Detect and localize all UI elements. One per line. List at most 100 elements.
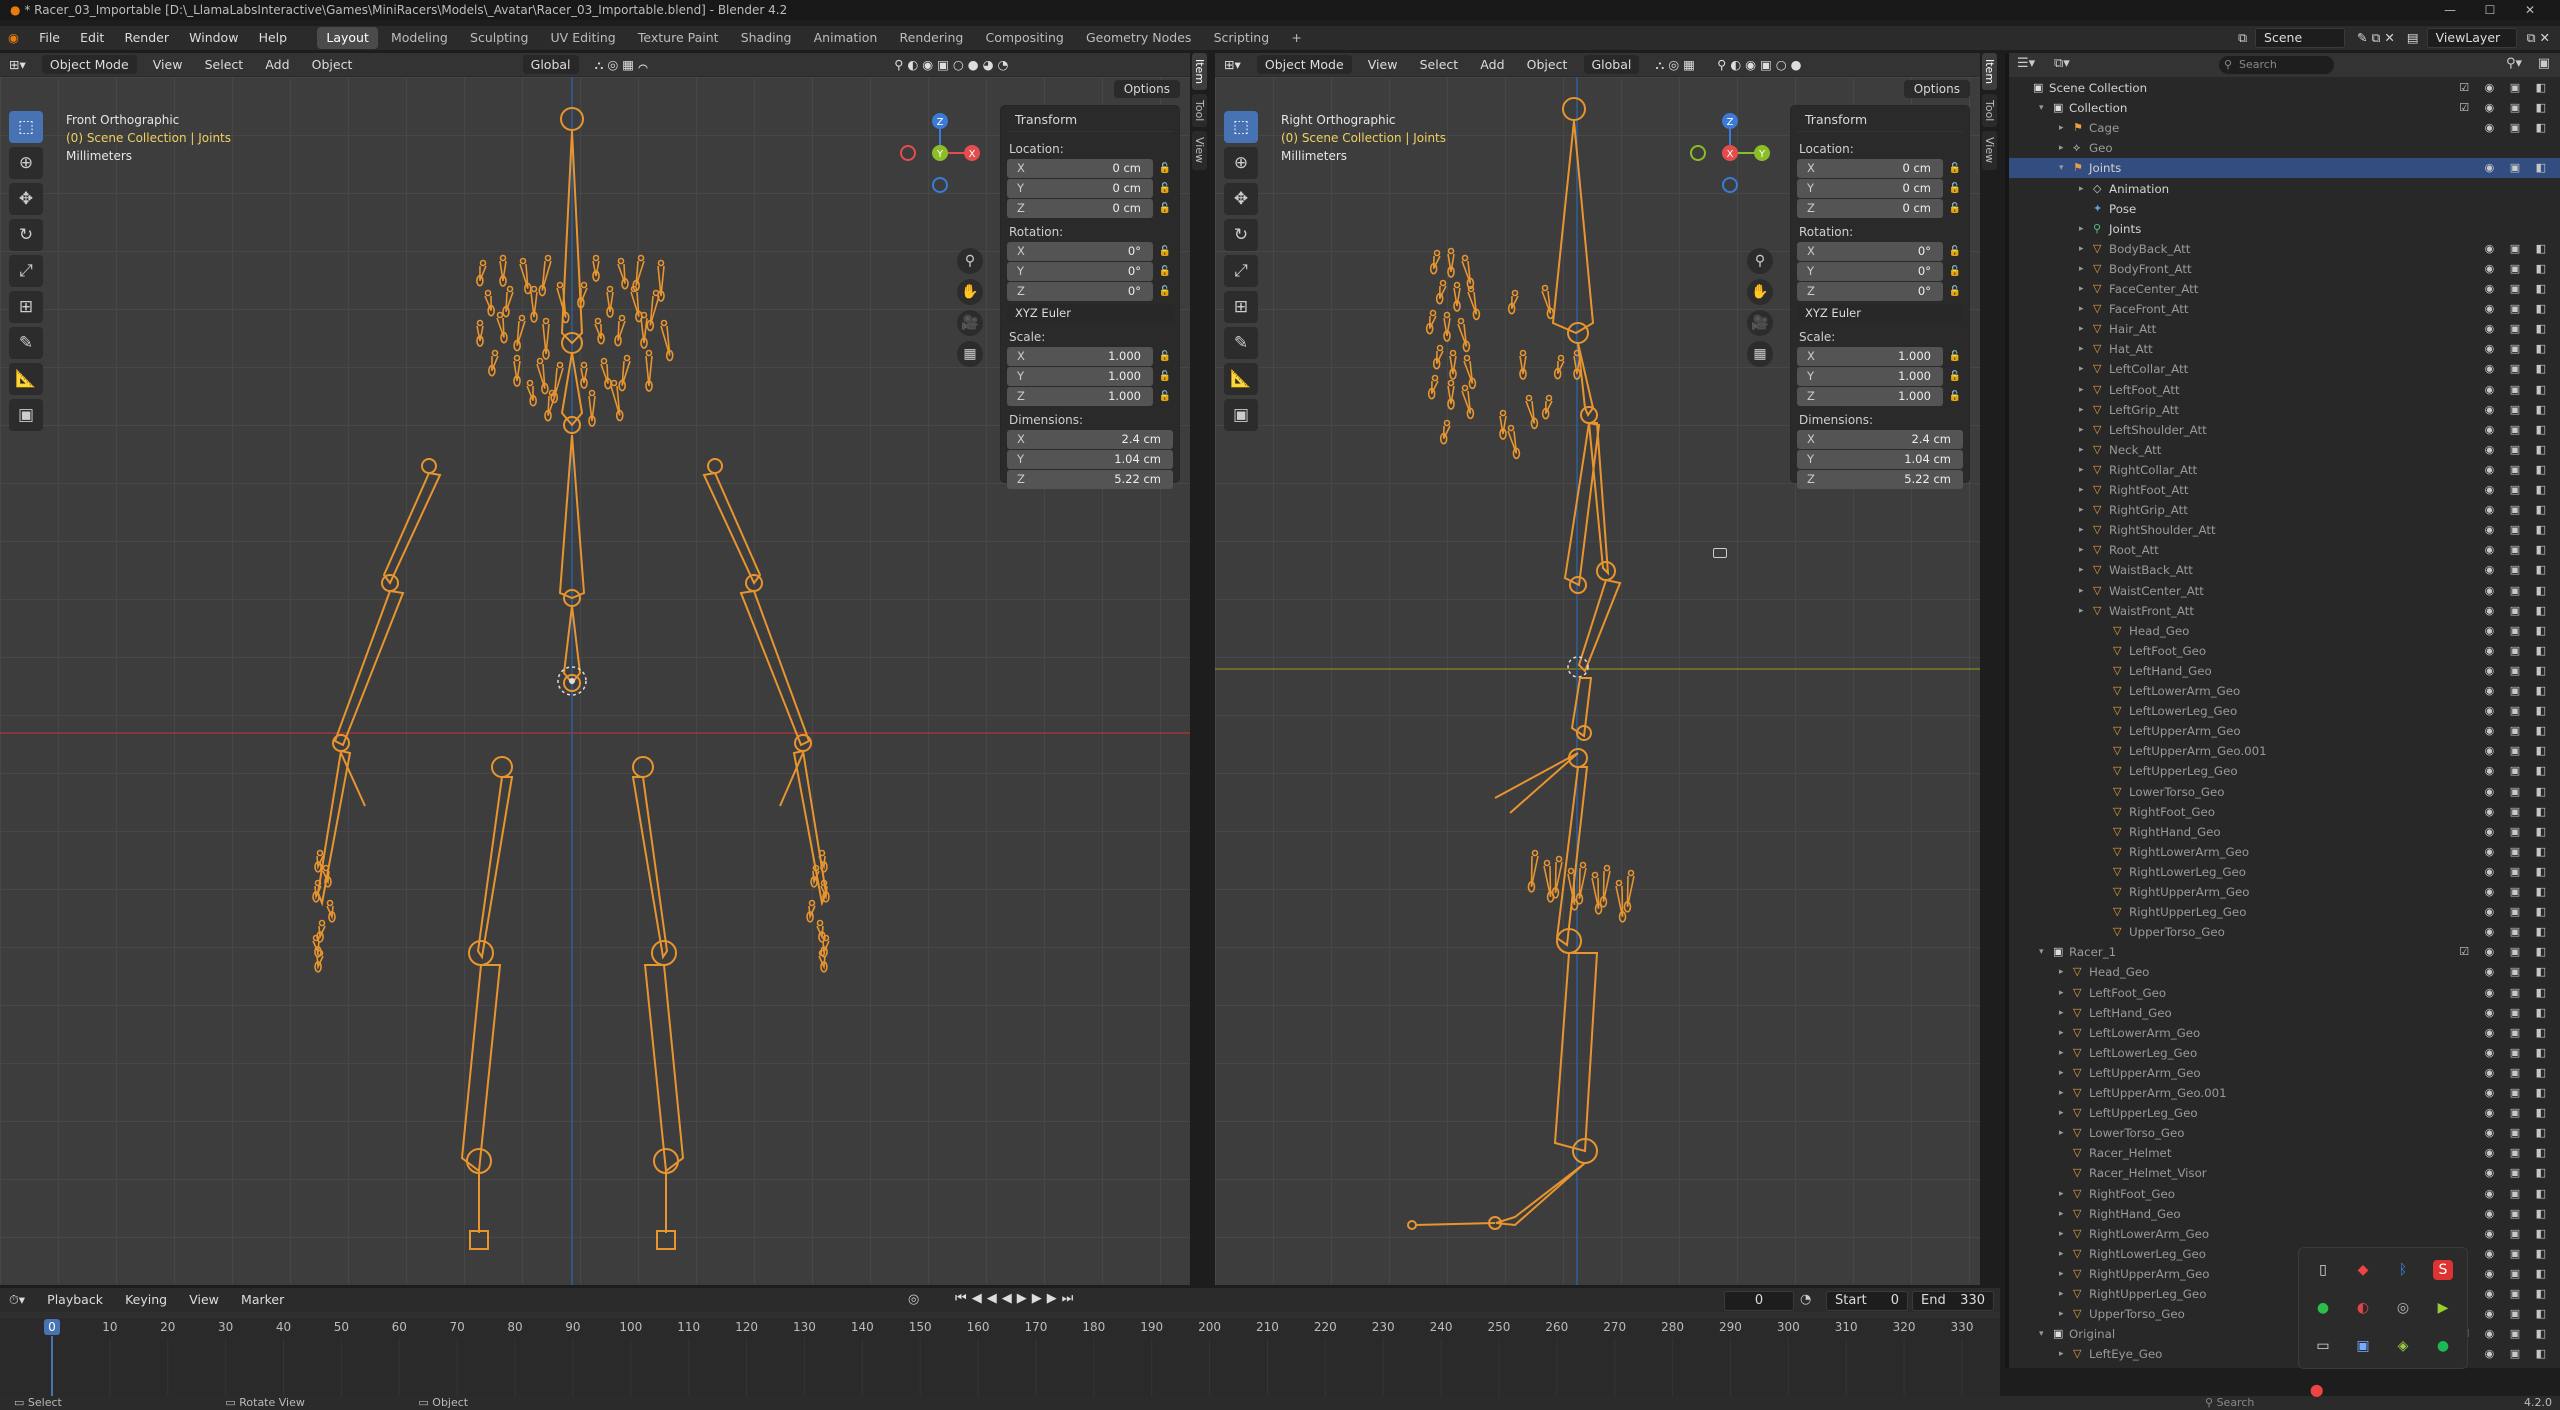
visibility-toggle-icons[interactable]: ◉ ▣ ◧: [2485, 681, 2552, 701]
rotation-y-field[interactable]: Y 0° 🔓: [1797, 262, 1961, 281]
visibility-toggle-icons[interactable]: ◉ ▣ ◧: [2485, 1003, 2552, 1023]
expand-arrow-icon[interactable]: ▸: [2059, 1224, 2064, 1244]
expand-arrow-icon[interactable]: ▸: [2059, 118, 2064, 138]
tab-sculpting[interactable]: Sculpting: [461, 27, 537, 49]
tab-item[interactable]: Item: [1192, 53, 1207, 91]
visibility-toggle-icons[interactable]: ◉ ▣ ◧: [2485, 279, 2552, 299]
visibility-toggle-icons[interactable]: ◉ ▣ ◧: [2485, 299, 2552, 319]
visibility-toggle-icons[interactable]: ◉ ▣ ◧: [2485, 560, 2552, 580]
expand-arrow-icon[interactable]: ▸: [2079, 259, 2084, 279]
location-z-field[interactable]: Z0 cm 🔓: [1797, 199, 1961, 218]
visibility-toggle-icons[interactable]: ◉ ▣ ◧: [2485, 661, 2552, 681]
visibility-toggle-icons[interactable]: ◉ ▣ ◧: [2485, 601, 2552, 621]
outliner-row[interactable]: ▸ ▽ FaceCenter_Att ◉ ▣ ◧: [2009, 279, 2560, 299]
cursor-tool[interactable]: ⊕: [1224, 147, 1258, 179]
expand-arrow-icon[interactable]: ▸: [2059, 1023, 2064, 1043]
outliner-row[interactable]: ▸ ▽ WaistFront_Att ◉ ▣ ◧: [2009, 601, 2560, 621]
tab-scripting[interactable]: Scripting: [1205, 27, 1279, 49]
scale-tool[interactable]: ⤢: [1224, 255, 1258, 287]
app-icon[interactable]: ◆: [2353, 1260, 2373, 1280]
tab-tool[interactable]: Tool: [1982, 94, 1997, 128]
dimensions-x-field[interactable]: X 2.4 cm: [1797, 430, 1963, 449]
zoom-icon[interactable]: ⚲: [1747, 248, 1773, 274]
outliner-row[interactable]: ▽ RightFoot_Geo ◉ ▣ ◧: [2009, 802, 2560, 822]
expand-arrow-icon[interactable]: ▸: [2079, 500, 2084, 520]
viewport-right[interactable]: ⊞▾ Object Mode View Select Add Object Gl…: [1215, 53, 1980, 1285]
shading-icons[interactable]: ⚲ ◐ ◉ ▣ ○ ● ◕ ◔: [885, 53, 1017, 77]
add-cube-tool[interactable]: ▣: [1224, 399, 1258, 431]
expand-arrow-icon[interactable]: ▾: [2039, 1324, 2044, 1344]
dimensions-x-field[interactable]: X 2.4 cm: [1007, 430, 1173, 449]
outliner-row[interactable]: ▽ RightLowerLeg_Geo ◉ ▣ ◧: [2009, 862, 2560, 882]
select-box-tool[interactable]: ⬚: [1224, 111, 1258, 143]
outliner-row[interactable]: ▸ ▽ Hair_Att ◉ ▣ ◧: [2009, 319, 2560, 339]
editor-type-icon[interactable]: ⊞▾: [1215, 53, 1250, 77]
pan-hand-icon[interactable]: ✋: [1747, 279, 1773, 305]
maximize-button[interactable]: ☐: [2470, 0, 2510, 20]
start-frame-field[interactable]: Start 0: [1826, 1291, 1908, 1311]
viewport-front[interactable]: ⊞▾ Object Mode View Select Add Object Gl…: [0, 53, 1190, 1285]
dimensions-z-field[interactable]: Z 5.22 cm: [1007, 470, 1173, 489]
outliner-row[interactable]: ▸ ▽ RightCollar_Att ◉ ▣ ◧: [2009, 460, 2560, 480]
expand-arrow-icon[interactable]: ▸: [2059, 1264, 2064, 1284]
outliner-row[interactable]: ▽ LeftHand_Geo ◉ ▣ ◧: [2009, 661, 2560, 681]
expand-arrow-icon[interactable]: ▸: [2059, 1043, 2064, 1063]
outliner-row[interactable]: ▸ ▽ LeftFoot_Att ◉ ▣ ◧: [2009, 380, 2560, 400]
editor-type-icon[interactable]: ⊞▾: [0, 53, 35, 77]
menu-window[interactable]: Window: [181, 26, 246, 50]
add-menu[interactable]: Add: [1471, 53, 1513, 77]
expand-arrow-icon[interactable]: ▾: [2039, 942, 2044, 962]
play-icon[interactable]: ▶: [2433, 1298, 2453, 1318]
select-menu[interactable]: Select: [1411, 53, 1468, 77]
camera-icon[interactable]: 🎥: [957, 310, 983, 336]
shading-icons[interactable]: ⚲ ◐ ◉ ▣ ○ ●: [1708, 53, 1810, 77]
visibility-toggle-icons[interactable]: ◉ ▣ ◧: [2485, 983, 2552, 1003]
visibility-toggle-icons[interactable]: ☑ ◉ ▣ ◧: [2459, 78, 2552, 98]
viewlayer-buttons[interactable]: ⧉ ✕: [2527, 30, 2550, 45]
tab-modeling[interactable]: Modeling: [382, 27, 457, 49]
mode-dropdown[interactable]: Object Mode: [1256, 55, 1352, 74]
outliner-row[interactable]: ▸ ▽ RightFoot_Geo ◉ ▣ ◧: [2009, 1184, 2560, 1204]
outliner-row[interactable]: ▽ RightUpperLeg_Geo ◉ ▣ ◧: [2009, 902, 2560, 922]
expand-arrow-icon[interactable]: ▸: [2059, 1123, 2064, 1143]
expand-arrow-icon[interactable]: ▸: [2079, 380, 2084, 400]
timeline-editor-icon[interactable]: ⏱▾: [0, 1288, 34, 1312]
expand-arrow-icon[interactable]: ▸: [2059, 1063, 2064, 1083]
spotify-green-icon[interactable]: ●: [2313, 1298, 2333, 1318]
visibility-toggle-icons[interactable]: ◉ ▣ ◧: [2485, 480, 2552, 500]
expand-arrow-icon[interactable]: ▾: [2059, 158, 2064, 178]
camera-icon[interactable]: 🎥: [1747, 310, 1773, 336]
outliner-row[interactable]: ▸ ▽ LeftCollar_Att ◉ ▣ ◧: [2009, 359, 2560, 379]
visibility-toggle-icons[interactable]: ◉ ▣ ◧: [2485, 1184, 2552, 1204]
close-button[interactable]: ✕: [2510, 0, 2550, 20]
outliner-row[interactable]: ▽ LowerTorso_Geo ◉ ▣ ◧: [2009, 782, 2560, 802]
outliner-row[interactable]: ▾ ▣ Racer_1 ☑ ◉ ▣ ◧: [2009, 942, 2560, 962]
outliner-row[interactable]: ▸ ▽ LeftLowerArm_Geo ◉ ▣ ◧: [2009, 1023, 2560, 1043]
outliner-row[interactable]: ▸ ▽ UpperTorso_Geo ◉ ▣ ◧: [2009, 1304, 2560, 1324]
visibility-toggle-icons[interactable]: ◉ ▣ ◧: [2485, 1244, 2552, 1264]
expand-arrow-icon[interactable]: ▸: [2059, 962, 2064, 982]
tab-shading[interactable]: Shading: [732, 27, 801, 49]
expand-arrow-icon[interactable]: ▸: [2079, 219, 2084, 239]
expand-arrow-icon[interactable]: ▸: [2079, 540, 2084, 560]
visibility-toggle-icons[interactable]: ◉ ▣ ◧: [2485, 339, 2552, 359]
object-menu[interactable]: Object: [303, 53, 362, 77]
visibility-toggle-icons[interactable]: ☑ ◉ ▣ ◧: [2459, 98, 2552, 118]
outliner-row[interactable]: ▸ ▽ RightLowerArm_Geo ◉ ▣ ◧: [2009, 1224, 2560, 1244]
rotate-tool[interactable]: ↻: [9, 219, 43, 251]
expand-arrow-icon[interactable]: ▸: [2079, 460, 2084, 480]
visibility-toggle-icons[interactable]: ◉ ▣ ◧: [2485, 1023, 2552, 1043]
outliner-row[interactable]: ▸ ▽ FaceFront_Att ◉ ▣ ◧: [2009, 299, 2560, 319]
tab-layout[interactable]: Layout: [317, 27, 378, 49]
tab-compositing[interactable]: Compositing: [976, 27, 1072, 49]
outliner-row[interactable]: ▽ LeftUpperArm_Geo ◉ ▣ ◧: [2009, 721, 2560, 741]
expand-arrow-icon[interactable]: ▸: [2079, 440, 2084, 460]
expand-arrow-icon[interactable]: ▸: [2079, 420, 2084, 440]
outliner-row[interactable]: ▾ ▣ Original ☑ ◉ ▣ ◧: [2009, 1324, 2560, 1344]
outliner-row[interactable]: ▸ ▽ RightUpperArm_Geo ◉ ▣ ◧: [2009, 1264, 2560, 1284]
outliner-row[interactable]: ▣ Scene Collection ☑ ◉ ▣ ◧: [2009, 78, 2560, 98]
outliner-row[interactable]: ▸ ▽ RightGrip_Att ◉ ▣ ◧: [2009, 500, 2560, 520]
grid-ortho-icon[interactable]: ▦: [957, 341, 983, 367]
view-menu[interactable]: View: [1359, 53, 1407, 77]
outliner-row[interactable]: ▽ RightUpperArm_Geo ◉ ▣ ◧: [2009, 882, 2560, 902]
